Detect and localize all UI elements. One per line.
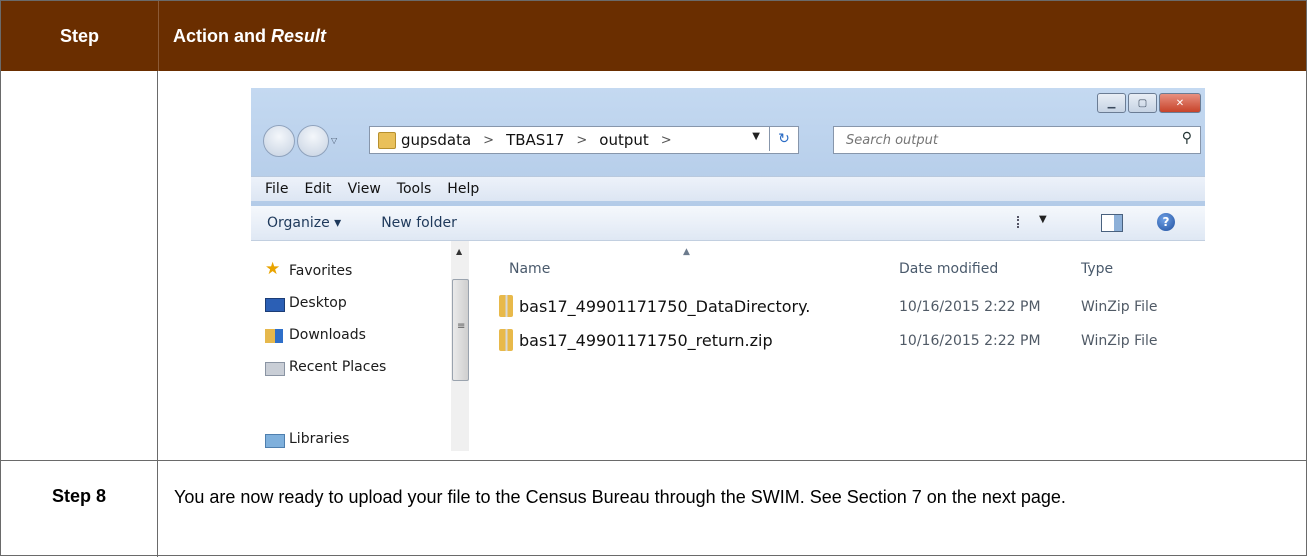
zip-file-icon	[499, 329, 513, 351]
back-button[interactable]	[263, 125, 295, 157]
nav-recent-label: Recent Places	[289, 359, 387, 375]
breadcrumb-tbas17[interactable]: TBAS17	[506, 131, 564, 149]
header-action: Action and Result	[159, 1, 326, 71]
menu-tools[interactable]: Tools	[397, 181, 432, 197]
window-controls: ▁ ▢ ✕	[1097, 93, 1201, 113]
nav-desktop-label: Desktop	[289, 295, 347, 311]
scroll-up-icon[interactable]: ▲	[456, 247, 462, 256]
address-bar[interactable]: gupsdata > TBAS17 > output > ▼ ↻	[369, 126, 799, 154]
navigation-pane: ★ Favorites Desktop Downloads Recent Pla…	[251, 241, 456, 451]
file-type: WinZip File	[1081, 299, 1158, 315]
file-date: 10/16/2015 2:22 PM	[899, 333, 1041, 349]
nav-downloads-label: Downloads	[289, 327, 366, 343]
nav-favorites[interactable]: ★ Favorites	[265, 259, 353, 279]
refresh-icon[interactable]: ↻	[769, 127, 798, 151]
menu-bar: File Edit View Tools Help	[251, 176, 1205, 201]
file-name: bas17_49901171750_return.zip	[519, 330, 773, 350]
breadcrumb-gupsdata[interactable]: gupsdata	[401, 131, 471, 149]
menu-edit[interactable]: Edit	[304, 181, 331, 197]
table-header: Step Action and Result	[1, 1, 1306, 71]
column-date-modified[interactable]: Date modified	[899, 261, 998, 277]
file-name: bas17_49901171750_DataDirectory.	[519, 296, 811, 316]
minimize-button[interactable]: ▁	[1097, 93, 1126, 113]
nav-buttons	[263, 125, 329, 157]
view-options-icon[interactable]	[1017, 216, 1033, 228]
nav-recent-places[interactable]: Recent Places	[265, 359, 387, 376]
libraries-icon	[265, 434, 285, 448]
file-type: WinZip File	[1081, 333, 1158, 349]
file-list: ▲ Name Date modified Type bas17_49901171…	[475, 241, 1205, 451]
breadcrumb-separator[interactable]: >	[661, 133, 672, 148]
organize-button[interactable]: Organize ▾	[267, 215, 341, 231]
search-input[interactable]	[844, 131, 1148, 149]
search-icon[interactable]: ⚲	[1182, 130, 1192, 146]
nav-libraries-label: Libraries	[289, 431, 350, 447]
folder-icon	[378, 131, 396, 149]
file-row[interactable]: bas17_49901171750_return.zip	[499, 327, 773, 353]
nav-favorites-label: Favorites	[289, 263, 353, 279]
menu-help[interactable]: Help	[447, 181, 479, 197]
search-box[interactable]: ⚲	[833, 126, 1201, 154]
file-row[interactable]: bas17_49901171750_DataDirectory.	[499, 293, 810, 319]
scroll-grip-icon: ≡	[457, 321, 466, 332]
sort-ascending-icon: ▲	[683, 247, 690, 257]
address-dropdown-icon[interactable]: ▼	[752, 131, 760, 142]
step-8-instruction: You are now ready to upload your file to…	[174, 487, 1066, 507]
column-type[interactable]: Type	[1081, 261, 1113, 277]
recent-places-icon	[265, 362, 285, 376]
forward-button[interactable]	[297, 125, 329, 157]
column-name[interactable]: Name	[509, 261, 550, 277]
nav-libraries[interactable]: Libraries	[265, 431, 350, 448]
header-action-label: Action and	[173, 25, 266, 46]
zip-file-icon	[499, 295, 513, 317]
nav-scrollbar[interactable]: ▲ ≡	[451, 241, 469, 451]
file-date: 10/16/2015 2:22 PM	[899, 299, 1041, 315]
nav-downloads[interactable]: Downloads	[265, 327, 366, 343]
command-bar: Organize ▾ New folder ▼ ?	[251, 206, 1205, 241]
view-dropdown-icon[interactable]: ▼	[1039, 214, 1047, 225]
maximize-button[interactable]: ▢	[1128, 93, 1157, 113]
step-8-label: Step 8	[51, 486, 107, 506]
breadcrumb-output[interactable]: output	[599, 131, 648, 149]
nav-desktop[interactable]: Desktop	[265, 295, 347, 312]
recent-locations-chevron-icon[interactable]: ▽	[331, 136, 337, 145]
downloads-icon	[265, 329, 283, 343]
explorer-screenshot: ▁ ▢ ✕ ▽ gupsdata > TBAS17 > output > ▼ ↻…	[251, 88, 1205, 451]
window-frame: ▁ ▢ ✕ ▽ gupsdata > TBAS17 > output > ▼ ↻…	[251, 88, 1205, 206]
row-divider	[1, 460, 1306, 461]
breadcrumb-separator[interactable]: >	[576, 133, 587, 148]
desktop-icon	[265, 298, 285, 312]
help-icon[interactable]: ?	[1157, 213, 1175, 231]
new-folder-button[interactable]: New folder	[381, 215, 457, 231]
close-button[interactable]: ✕	[1159, 93, 1201, 113]
header-result-label: Result	[271, 25, 327, 46]
menu-view[interactable]: View	[348, 181, 381, 197]
breadcrumb-separator[interactable]: >	[483, 133, 494, 148]
star-icon: ★	[265, 259, 281, 279]
header-step: Step	[59, 25, 99, 46]
preview-pane-icon[interactable]	[1101, 214, 1123, 232]
menu-file[interactable]: File	[265, 181, 288, 197]
column-divider	[157, 71, 158, 557]
